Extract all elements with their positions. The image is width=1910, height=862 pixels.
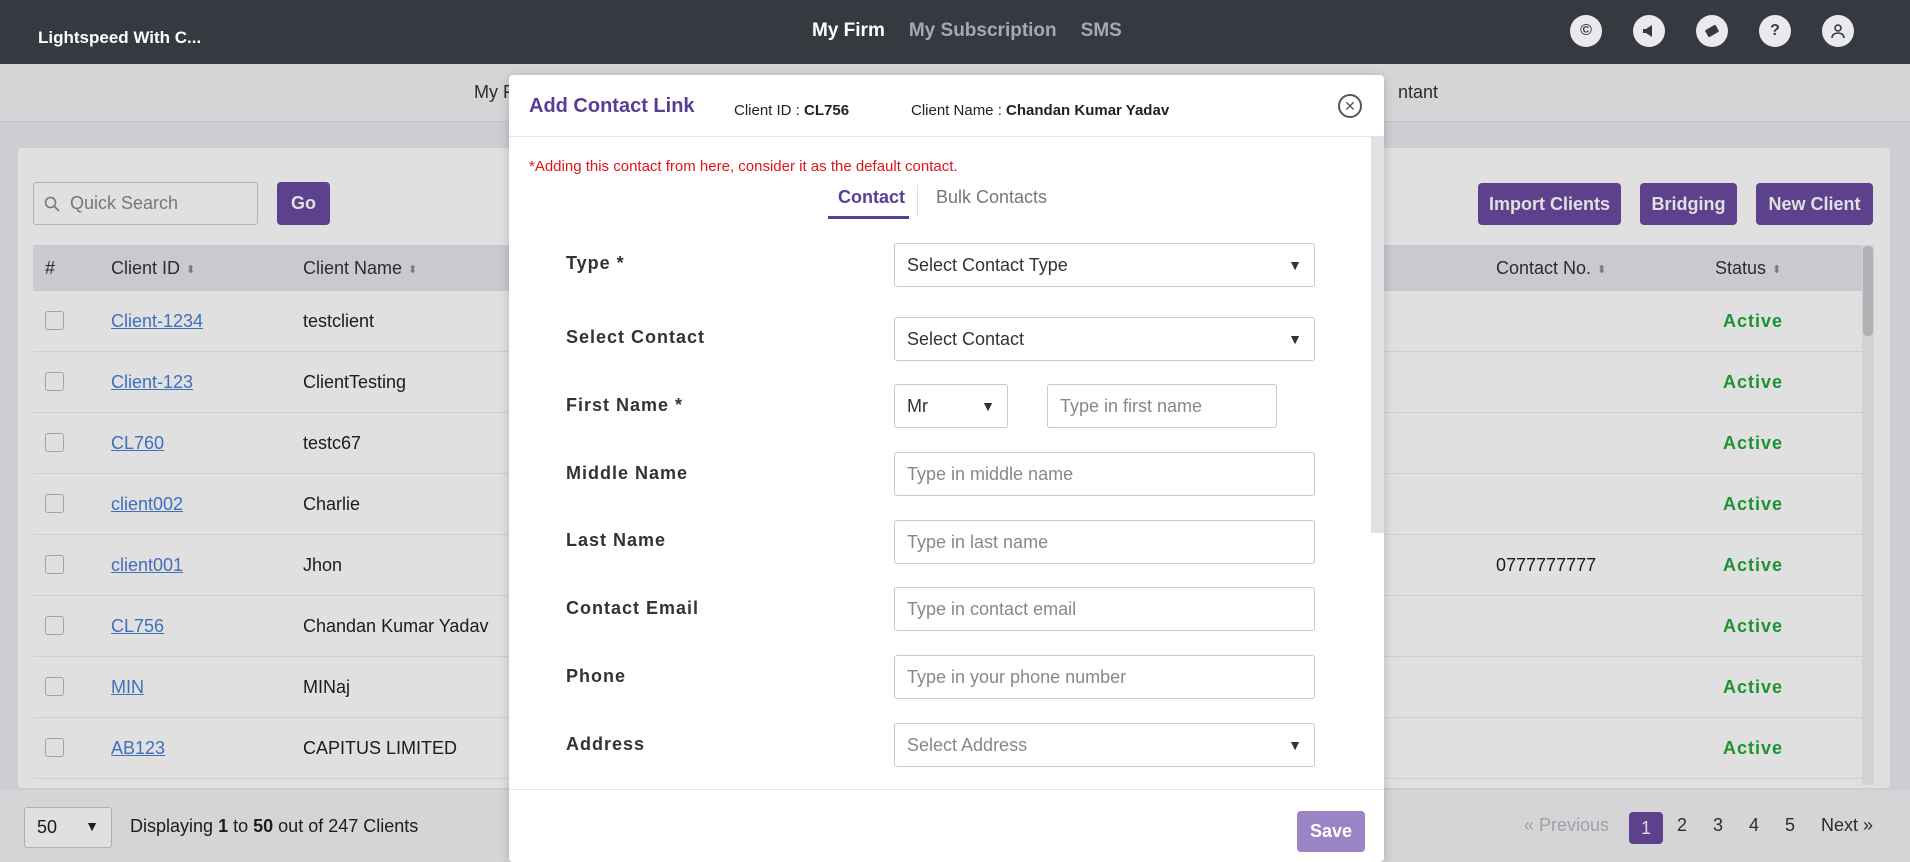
last-name-input[interactable]: Type in last name <box>894 520 1315 564</box>
contact-type-select[interactable]: Select Contact Type ▼ <box>894 243 1315 287</box>
chevron-down-icon: ▼ <box>1288 331 1302 347</box>
modal-title: Add Contact Link <box>529 95 695 117</box>
type-label: Type * <box>566 253 625 273</box>
chevron-down-icon: ▼ <box>981 398 995 414</box>
add-contact-modal: Add Contact Link Client ID : CL756 Clien… <box>509 75 1384 862</box>
middle-name-input[interactable]: Type in middle name <box>894 452 1315 496</box>
brand-name[interactable]: Lightspeed With C... <box>38 28 201 48</box>
modal-client-id: Client ID : CL756 <box>734 102 849 119</box>
address-label: Address <box>566 734 646 754</box>
title-select[interactable]: Mr ▼ <box>894 384 1008 428</box>
first-name-placeholder: Type in first name <box>1060 395 1203 416</box>
modal-header-divider <box>509 136 1384 137</box>
top-icons: © ? <box>1570 15 1854 47</box>
nav-my-subscription[interactable]: My Subscription <box>909 20 1057 42</box>
modal-client-name: Client Name : Chandan Kumar Yadav <box>911 102 1169 119</box>
contact-type-value: Select Contact Type <box>907 254 1068 275</box>
ticket-icon[interactable] <box>1696 15 1728 47</box>
close-icon[interactable]: ✕ <box>1338 94 1362 118</box>
client-id-label: Client ID : <box>734 102 800 119</box>
modal-scrollbar[interactable] <box>1371 137 1384 533</box>
user-icon[interactable] <box>1822 15 1854 47</box>
title-value: Mr <box>907 395 928 416</box>
contact-email-label: Contact Email <box>566 598 700 618</box>
first-name-input[interactable]: Type in first name <box>1047 384 1277 428</box>
modal-footer-divider <box>509 789 1384 790</box>
select-contact-value: Select Contact <box>907 328 1025 349</box>
select-contact-select[interactable]: Select Contact ▼ <box>894 317 1315 361</box>
last-name-placeholder: Type in last name <box>907 531 1049 552</box>
address-select[interactable]: Select Address ▼ <box>894 723 1315 767</box>
phone-placeholder: Type in your phone number <box>907 666 1127 687</box>
client-name-value: Chandan Kumar Yadav <box>1006 102 1170 119</box>
save-button[interactable]: Save <box>1297 811 1365 852</box>
contact-email-placeholder: Type in contact email <box>907 598 1077 619</box>
nav-sms[interactable]: SMS <box>1081 20 1122 42</box>
client-name-label: Client Name : <box>911 102 1002 119</box>
address-value: Select Address <box>907 734 1028 755</box>
first-name-label: First Name * <box>566 395 684 415</box>
chevron-down-icon: ▼ <box>1288 257 1302 273</box>
tab-bulk-contacts[interactable]: Bulk Contacts <box>936 187 1047 208</box>
select-contact-label: Select Contact <box>566 327 706 347</box>
client-id-value: CL756 <box>804 102 850 119</box>
nav-my-firm[interactable]: My Firm <box>812 20 885 42</box>
contact-email-input[interactable]: Type in contact email <box>894 587 1315 631</box>
chevron-down-icon: ▼ <box>1288 737 1302 753</box>
help-icon[interactable]: ? <box>1759 15 1791 47</box>
megaphone-icon[interactable] <box>1633 15 1665 47</box>
active-tab-indicator <box>828 216 909 219</box>
default-contact-note: *Adding this contact from here, consider… <box>529 158 958 175</box>
middle-name-label: Middle Name <box>566 463 689 483</box>
last-name-label: Last Name <box>566 530 667 550</box>
top-nav: My Firm My Subscription SMS <box>812 20 1122 42</box>
phone-label: Phone <box>566 666 627 686</box>
phone-input[interactable]: Type in your phone number <box>894 655 1315 699</box>
middle-name-placeholder: Type in middle name <box>907 463 1074 484</box>
tab-separator <box>917 185 918 217</box>
top-navbar: Lightspeed With C... My Firm My Subscrip… <box>0 0 1910 64</box>
copyright-icon[interactable]: © <box>1570 15 1602 47</box>
tab-contact[interactable]: Contact <box>838 187 905 208</box>
